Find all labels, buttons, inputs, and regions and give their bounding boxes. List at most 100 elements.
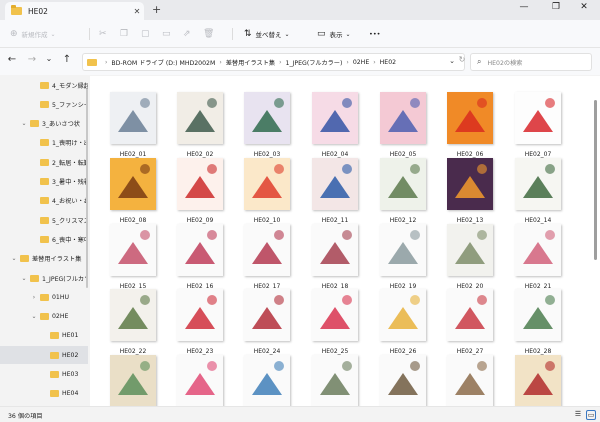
breadcrumb-collection[interactable]: 差替用イラスト集 [226,58,275,67]
file-item[interactable]: HE02_05 [374,88,432,164]
more-options-button[interactable]: ••• [369,27,381,41]
file-item[interactable] [171,351,229,406]
file-item[interactable]: HE02_08 [104,154,162,230]
file-item[interactable] [509,351,567,406]
tree-item[interactable]: › 01HU [0,288,88,306]
tree-item-label: HE03 [62,371,79,378]
forward-button[interactable]: → [26,54,38,65]
copy-button[interactable]: ❐ [120,27,132,41]
tree-item[interactable]: 1_喪明け・出喪 [0,134,88,152]
tree-item[interactable]: 4_モダン縁起 [0,76,88,94]
tab-he02[interactable]: HE02 ✕ [5,2,144,20]
address-bar[interactable]: › BD-ROM ドライブ (D:) MHD2002M › 差替用イラスト集 ›… [82,53,465,71]
chevron-icon[interactable]: ⌄ [30,313,38,320]
cut-button[interactable]: ✂ [99,27,111,41]
file-item[interactable]: HE02_04 [306,88,364,164]
file-item[interactable]: HE02_06 [441,88,499,164]
breadcrumb-02he[interactable]: 02HE [353,59,369,66]
tree-item[interactable]: ⌄ 差替用イラスト集 [0,250,88,268]
tree-item[interactable]: 5_クリスマス・ [0,211,88,229]
paste-button[interactable]: ▢ [141,27,154,41]
details-view-button[interactable]: ☰ [573,410,583,420]
tree-item[interactable]: 2_転居・転勤 [0,153,88,171]
file-item[interactable]: HE02_07 [509,88,567,164]
file-item[interactable]: HE02_01 [104,88,162,164]
file-item[interactable] [306,351,364,406]
file-item[interactable]: HE02_23 [171,285,229,361]
maximize-button[interactable]: ❐ [546,2,566,16]
file-item[interactable] [441,351,499,406]
thumbnail-accent [274,98,284,108]
thumbnail-shape [388,307,418,329]
file-item[interactable]: HE02_09 [171,154,229,230]
file-item[interactable]: HE02_26 [374,285,432,361]
chevron-icon[interactable]: ⌄ [10,255,18,262]
view-button[interactable]: ▭ 表示 ⌄ [317,27,351,41]
file-item[interactable]: HE02_22 [104,285,162,361]
file-item[interactable]: HE02_13 [441,154,499,230]
flower-wreath-icon [447,289,493,341]
file-item[interactable] [104,351,162,406]
thumbnail-shape [320,373,350,395]
file-item[interactable]: HE02_10 [238,154,296,230]
new-tab-button[interactable]: + [152,3,161,16]
tree-item[interactable]: 6_喪中・寒中 [0,230,88,248]
file-item[interactable]: HE02_28 [509,285,567,361]
back-button[interactable]: ← [6,54,18,65]
rename-button[interactable]: ▭ [162,27,175,41]
file-item[interactable]: HE02_11 [306,154,364,230]
tree-item[interactable]: ⌄ 1_JPEG(フルカラ [0,269,88,287]
tree-item[interactable]: ⌄ 02HE [0,308,88,326]
file-item[interactable]: HE02_24 [238,285,296,361]
delete-button[interactable]: 🗑 [203,27,218,41]
tree-item[interactable]: HE01 [0,327,88,345]
up-button[interactable]: ↑ [61,54,73,65]
breadcrumb-jpeg[interactable]: 1_JPEG(フルカラー) [286,58,343,67]
tree-item[interactable]: HE02 [0,346,88,365]
share-button[interactable]: ⇗ [183,27,195,41]
file-item[interactable]: HE02_12 [374,154,432,230]
thumbnail-shape [523,176,553,198]
file-item[interactable]: HE02_14 [509,154,567,230]
file-item[interactable]: HE02_25 [306,285,364,361]
file-item[interactable] [374,351,432,406]
tree-item[interactable]: HE04 [0,385,88,403]
thumbnail-shape [388,373,418,395]
breadcrumb-he02[interactable]: HE02 [380,59,396,66]
tree-item[interactable]: 4_お祝い・お [0,192,88,210]
folder-icon [40,235,49,243]
sort-button[interactable]: ⇅ 並べ替え ⌄ [244,27,290,41]
tree-item-label: 3_暑中・残暑 [52,179,88,186]
large-icons-view-button[interactable]: ▭ [586,410,596,420]
minimize-button[interactable]: — [514,2,534,16]
tree-item[interactable]: 5_ファンシー和 [0,95,88,113]
thumbnail-accent [410,361,420,371]
tree-item[interactable]: HE03 [0,366,88,384]
chevron-icon[interactable]: › [30,294,38,301]
chevron-icon[interactable]: ⌄ [20,120,28,127]
tree-item[interactable]: ⌄ 3_あいさつ状 [0,115,88,133]
content-scrollbar[interactable] [594,100,597,260]
thumbnail-accent [477,230,487,240]
file-item[interactable]: HE02_27 [441,285,499,361]
close-button[interactable]: ✕ [574,2,594,16]
recent-locations-button[interactable]: ⌄ [43,54,55,63]
tree-item[interactable]: 3_暑中・残暑 [0,173,88,191]
chevron-icon[interactable]: ⌄ [20,275,28,282]
tab-close-icon[interactable]: ✕ [130,7,144,16]
refresh-button[interactable]: ↻ [456,55,468,64]
plum-branch-bird-icon [177,224,223,276]
folder-icon [40,81,49,89]
thumbnail-accent [410,98,420,108]
sidebar-scrollbar[interactable] [86,88,88,288]
file-item[interactable] [238,351,296,406]
new-button[interactable]: ⊕ 新規作成 ⌄ [10,27,56,41]
tree-item-label: 1_JPEG(フルカラ [42,275,88,283]
thumbnail-shape [185,176,215,198]
breadcrumb-drive[interactable]: BD-ROM ドライブ (D:) MHD2002M [111,58,215,67]
search-box[interactable]: ⌕ HE02の検索 [470,53,592,71]
thumbnail-shape [185,307,215,329]
file-item[interactable]: HE02_02 [171,88,229,164]
file-item[interactable]: HE02_03 [238,88,296,164]
folder-icon [40,158,49,166]
